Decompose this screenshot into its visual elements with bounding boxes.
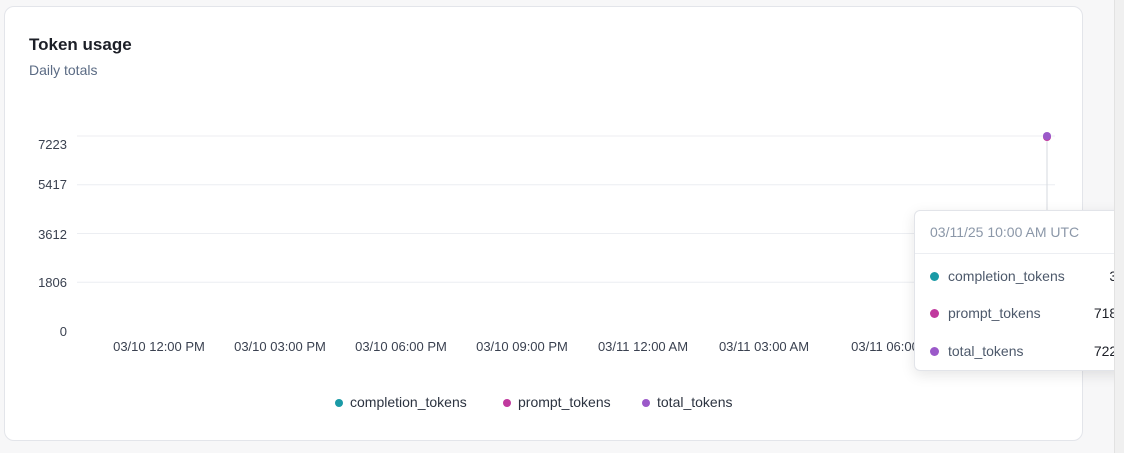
tooltip-header: 03/11/25 10:00 AM UTC	[915, 211, 1124, 254]
series-dot-icon	[930, 309, 939, 318]
legend-label: completion_tokens	[350, 394, 467, 410]
x-tick-label: 03/10 06:00 PM	[355, 339, 447, 354]
tooltip-row: total_tokens 7223	[930, 342, 1124, 362]
page-scrollbar[interactable]	[1114, 0, 1124, 453]
y-tick-label: 0	[60, 324, 67, 339]
x-tick-label: 03/11 06:00	[851, 339, 919, 354]
tooltip-row: prompt_tokens 7185	[930, 304, 1124, 324]
legend-dot-icon	[335, 399, 343, 407]
y-tick-label: 7223	[38, 137, 67, 152]
tooltip-series-name: prompt_tokens	[948, 305, 1041, 321]
series-dot-icon	[930, 272, 939, 281]
chart-tooltip: 03/11/25 10:00 AM UTC completion_tokens …	[914, 210, 1124, 371]
x-tick-label: 03/10 09:00 PM	[476, 339, 568, 354]
y-tick-label: 3612	[38, 227, 67, 242]
x-tick-label: 03/11 03:00 AM	[719, 339, 809, 354]
y-tick-label: 5417	[38, 177, 67, 192]
series-dot-icon	[930, 347, 939, 356]
tooltip-series-name: completion_tokens	[948, 268, 1065, 284]
tooltip-row: completion_tokens 38	[930, 267, 1124, 287]
data-point-total-tokens	[1043, 132, 1051, 140]
legend-label: prompt_tokens	[518, 394, 611, 410]
x-tick-label: 03/10 12:00 PM	[113, 339, 205, 354]
y-tick-label: 1806	[38, 275, 67, 290]
legend-dot-icon	[642, 399, 650, 407]
legend-dot-icon	[503, 399, 511, 407]
tooltip-series-name: total_tokens	[948, 343, 1024, 359]
x-tick-label: 03/11 12:00 AM	[598, 339, 688, 354]
x-tick-label: 03/10 03:00 PM	[234, 339, 326, 354]
legend-label: total_tokens	[657, 394, 733, 410]
